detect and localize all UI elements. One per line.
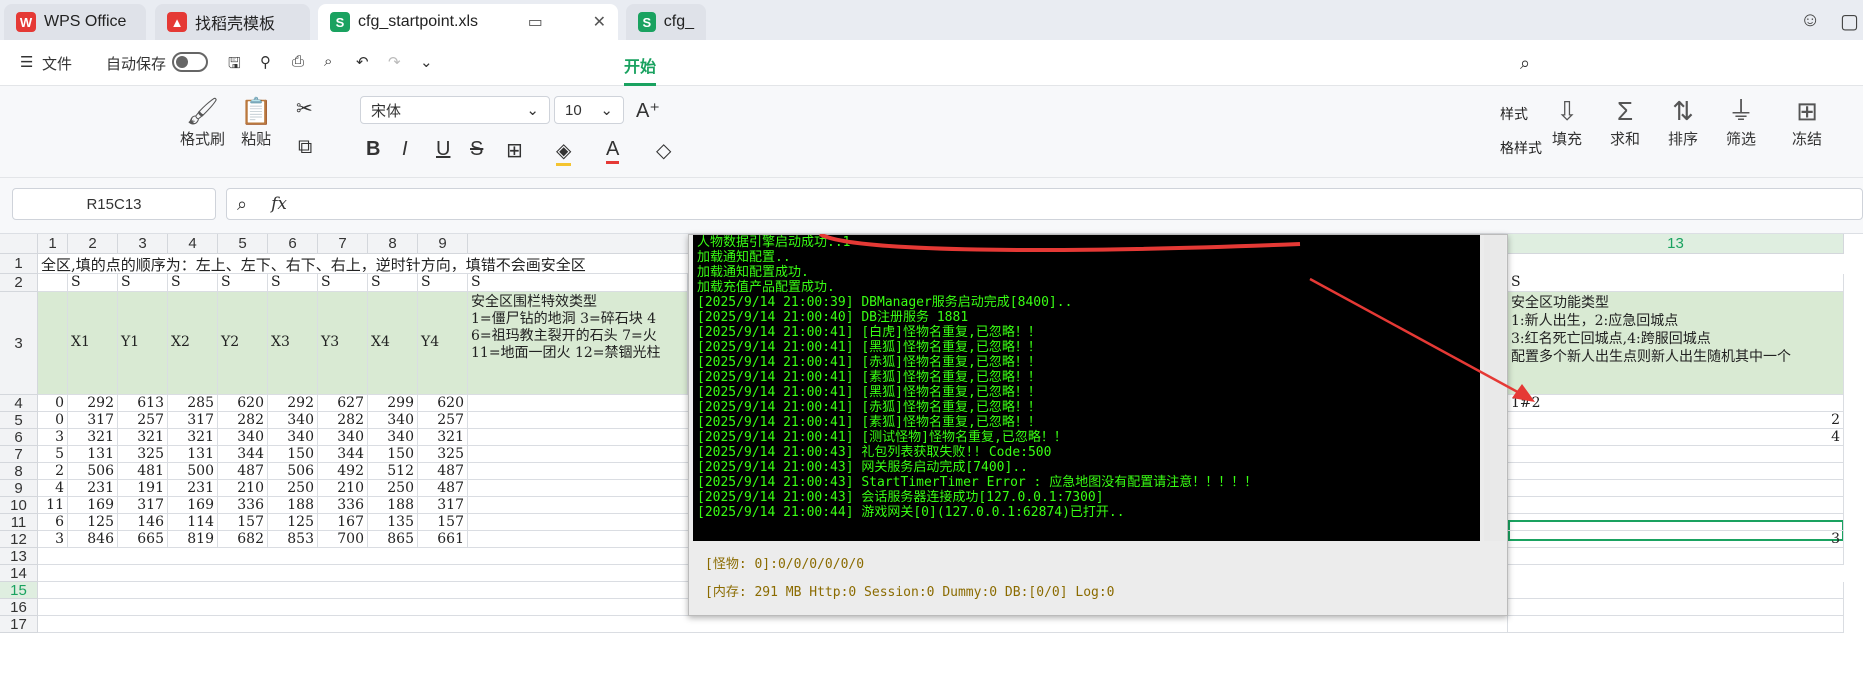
save-icon[interactable]: 🖫 <box>228 53 241 78</box>
sum-label: 求和 <box>1610 131 1641 148</box>
annotation-underline <box>818 234 1301 252</box>
freeze-button[interactable]: ⊞ 冻结 <box>1792 94 1822 149</box>
filter-label: 筛选 <box>1726 131 1757 148</box>
name-box[interactable]: R15C13 <box>12 188 216 220</box>
sort-icon: ⇅ <box>1672 96 1694 126</box>
redo-icon[interactable]: ↷ <box>388 53 401 71</box>
format-painter-button[interactable]: 🖌 格式刷 <box>180 94 225 149</box>
filter-button[interactable]: ⏚ 筛选 <box>1726 94 1756 149</box>
tab-wps-office[interactable]: W WPS Office <box>4 4 146 40</box>
freeze-icon: ⊞ <box>1796 96 1818 126</box>
avatar-icon[interactable]: ☺ <box>1800 9 1820 32</box>
formula-bar: R15C13 ⌕ fx <box>0 178 1863 234</box>
docer-icon: ▲ <box>167 12 187 32</box>
font-color-icon[interactable]: A <box>606 138 620 164</box>
wps-logo-icon: W <box>16 12 36 32</box>
tab-label: WPS Office <box>44 13 127 30</box>
search-icon[interactable]: ⌕ <box>1520 53 1530 74</box>
fill-button[interactable]: ⇩ 填充 <box>1552 94 1582 149</box>
tab-cfg-second[interactable]: S cfg_ <box>626 4 706 40</box>
style-button[interactable]: 样式 <box>1500 104 1528 124</box>
chevron-down-icon: ⌄ <box>600 102 613 119</box>
ribbon: 🖌 格式刷 📋 粘贴 ✂ ⧉ 宋体 ⌄ 10 ⌄ A⁺ B I U S ⊞ ◈ … <box>0 86 1863 178</box>
bold-icon[interactable]: B <box>366 138 380 161</box>
copy-icon[interactable]: ⧉ <box>298 136 312 159</box>
print-preview-icon[interactable]: ⌕ <box>324 53 332 70</box>
cut-icon[interactable]: ✂ <box>296 96 313 121</box>
tab-label: cfg_ <box>663 13 694 30</box>
font-name-value: 宋体 <box>371 102 402 120</box>
chevron-down-icon: ⌄ <box>526 102 539 119</box>
font-name-select[interactable]: 宋体 ⌄ <box>360 96 550 124</box>
autosave-toggle[interactable] <box>172 52 208 72</box>
sort-label: 排序 <box>1668 131 1699 148</box>
sum-button[interactable]: Σ 求和 <box>1610 94 1640 149</box>
window-box-icon[interactable]: ▢ <box>1840 9 1859 34</box>
sigma-icon: Σ <box>1616 96 1634 126</box>
file-menu[interactable]: 文件 <box>42 53 72 74</box>
menu-bar: ☰ 文件 自动保存 🖫 ⚲ ⎙ ⌕ ↶ ↷ ⌄ 开始 ⌕ <box>0 40 1863 86</box>
formula-input[interactable]: ⌕ fx <box>226 188 1863 220</box>
filter-icon: ⏚ <box>1728 96 1755 126</box>
paste-button[interactable]: 📋 粘贴 <box>240 94 272 149</box>
tab-label: 找稻壳模板 <box>195 16 276 33</box>
paste-label: 粘贴 <box>241 131 272 148</box>
border-icon[interactable]: ⊞ <box>506 138 523 163</box>
cell-style-button[interactable]: 格样式 <box>1500 138 1542 158</box>
fx-icon[interactable]: fx <box>271 194 287 214</box>
hamburger-icon[interactable]: ☰ <box>20 53 33 71</box>
clear-icon[interactable]: ◇ <box>656 138 671 163</box>
fill-down-icon: ⇩ <box>1556 96 1578 126</box>
underline-icon[interactable]: U <box>436 138 450 161</box>
title-bar: W WPS Office ▲ 找稻壳模板 S cfg_startpoint.xl… <box>0 0 1863 40</box>
autosave-label: 自动保存 <box>106 56 167 73</box>
spreadsheet-icon: S <box>638 12 656 32</box>
spreadsheet-icon: S <box>330 12 350 32</box>
share-icon[interactable]: ⚲ <box>260 53 271 71</box>
annotation-svg <box>818 234 1535 402</box>
zoom-icon[interactable]: ⌕ <box>237 194 247 215</box>
tab-label: cfg_startpoint.xls <box>358 13 479 30</box>
spreadsheet-grid[interactable]: 1 2 3 4 5 6 7 8 9 13 全区,填的点的顺序为：左上、左下、右下… <box>0 234 1863 687</box>
italic-icon[interactable]: I <box>402 138 408 161</box>
tab-templates[interactable]: ▲ 找稻壳模板 <box>155 4 310 40</box>
window-icon[interactable]: ▭ <box>528 12 543 32</box>
tab-start[interactable]: 开始 <box>624 53 657 86</box>
chevron-down-icon[interactable]: ⌄ <box>420 53 433 71</box>
format-painter-label: 格式刷 <box>180 131 226 148</box>
font-size-value: 10 <box>565 101 582 119</box>
annotation-arrow-line <box>1309 277 1526 398</box>
increase-font-icon[interactable]: A⁺ <box>636 98 660 123</box>
freeze-label: 冻结 <box>1792 131 1823 148</box>
undo-icon[interactable]: ↶ <box>356 53 369 71</box>
annotation-arrowhead <box>1512 384 1535 402</box>
fill-label: 填充 <box>1552 131 1583 148</box>
print-icon[interactable]: ⎙ <box>292 53 304 70</box>
brush-icon: 🖌 <box>186 96 220 126</box>
sort-button[interactable]: ⇅ 排序 <box>1668 94 1698 149</box>
clipboard-icon: 📋 <box>240 96 273 126</box>
tab-cfg-startpoint[interactable]: S cfg_startpoint.xls ▭ ✕ <box>318 4 618 40</box>
name-box-value: R15C13 <box>86 195 142 213</box>
fill-color-icon[interactable]: ◈ <box>556 138 572 166</box>
font-size-select[interactable]: 10 ⌄ <box>554 96 624 124</box>
close-icon[interactable]: ✕ <box>593 12 606 32</box>
strikethrough-icon[interactable]: S <box>470 138 483 161</box>
